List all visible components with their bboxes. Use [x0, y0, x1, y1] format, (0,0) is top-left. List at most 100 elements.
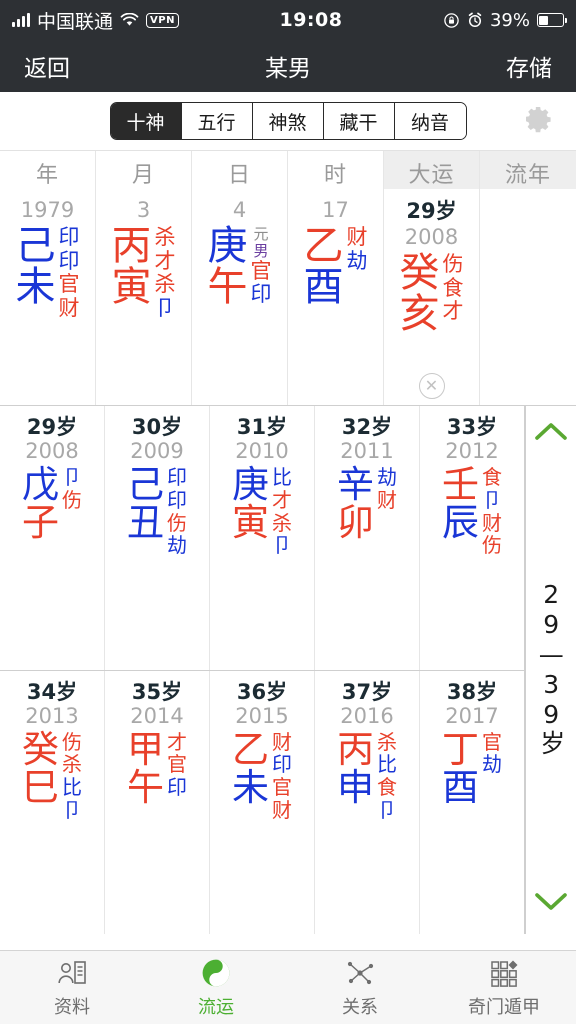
ten-god: 卩	[272, 533, 292, 558]
year-age-label: 35岁	[131, 679, 183, 704]
year-value-label: 2010	[235, 439, 289, 463]
year-cell-body: 壬 辰 食 卩 财 伤	[442, 463, 502, 557]
status-bar-clock: 19:08	[279, 9, 343, 31]
day-master-label: 元	[253, 225, 269, 243]
ten-god: 官	[482, 729, 502, 754]
ten-god: 伤	[167, 510, 187, 535]
year-cell[interactable]: 31岁 2010 庚 寅 比 才 杀 卩	[210, 406, 315, 670]
year-age-label: 33岁	[446, 415, 498, 439]
ten-god: 伤	[442, 252, 464, 276]
wifi-icon	[120, 13, 139, 26]
year-gods: 伤 杀 比 卩	[59, 730, 82, 822]
ten-god: 食	[482, 465, 502, 489]
pillar-header-month: 月	[131, 163, 155, 188]
ten-god: 卩	[62, 465, 82, 489]
tab-ziliao[interactable]: 资料	[0, 956, 144, 1019]
pillar-stems-day: 庚 午	[208, 226, 248, 308]
pillar-column-dayun[interactable]: 大运 29岁 2008 癸 亥 伤 食 才 ✕	[384, 151, 480, 405]
earthly-branch: 寅	[111, 263, 152, 310]
tab-liuyun[interactable]: 流运	[144, 956, 288, 1019]
ten-god: 财	[482, 510, 502, 535]
flowing-years-grid: 29岁 2008 戊 子 卩 伤 30岁 2009 己 丑 印 印 伤 劫 31…	[0, 406, 525, 934]
segment-shishen[interactable]: 十神	[110, 103, 182, 139]
segment-wuxing[interactable]: 五行	[181, 103, 253, 139]
year-stems: 辛 卯	[337, 463, 374, 545]
year-cell-body: 丙 申 杀 比 食 卩	[337, 728, 397, 822]
year-value-label: 2009	[130, 439, 184, 463]
pillar-stems-dayun: 癸 亥	[400, 253, 440, 335]
year-cell[interactable]: 37岁 2016 丙 申 杀 比 食 卩	[315, 670, 420, 934]
earthly-branch: 寅	[232, 501, 269, 545]
earthly-branch: 酉	[303, 263, 344, 310]
year-age-label: 34岁	[26, 679, 78, 704]
year-cell[interactable]: 33岁 2012 壬 辰 食 卩 财 伤	[420, 406, 525, 670]
chevron-down-icon[interactable]	[534, 890, 568, 916]
segmented-control-bar: 十神 五行 神煞 藏干 纳音	[0, 92, 576, 150]
year-cell[interactable]: 29岁 2008 戊 子 卩 伤	[0, 406, 105, 670]
rotation-lock-icon	[444, 12, 459, 28]
pillar-column-liunian[interactable]: 流年	[480, 151, 576, 405]
year-value-label: 2017	[445, 703, 499, 728]
year-cell-body: 庚 寅 比 才 杀 卩	[232, 463, 292, 557]
ten-god: 比	[62, 775, 82, 800]
segment-nayin[interactable]: 纳音	[394, 103, 466, 139]
year-gods: 才 官 印	[164, 730, 187, 807]
tab-guanxi[interactable]: 关系	[288, 956, 432, 1019]
year-value-label: 2015	[235, 703, 289, 728]
year-cell[interactable]: 36岁 2015 乙 未 财 印 官 财	[210, 670, 315, 934]
pillar-stems-month: 丙 寅	[112, 226, 152, 320]
signal-bars-icon	[12, 13, 30, 27]
year-gods: 卩 伤	[59, 466, 82, 542]
pillar-column-day[interactable]: 日 4 庚 午 元 男 官 印	[192, 151, 288, 405]
segment-canggan[interactable]: 藏干	[323, 103, 395, 139]
pillar-header-day: 日	[227, 163, 251, 188]
year-cell[interactable]: 34岁 2013 癸 巳 伤 杀 比 卩	[0, 670, 105, 934]
ten-god: 杀	[377, 729, 397, 754]
dayun-range-label: 29—39岁	[536, 580, 566, 756]
year-gods: 比 才 杀 卩	[269, 466, 292, 557]
heavenly-stem: 辛	[337, 463, 374, 506]
status-bar: 中国联通 VPN 19:08 39%	[0, 0, 576, 40]
vpn-badge-icon: VPN	[146, 12, 179, 28]
tab-qimendunjia[interactable]: 奇门遁甲	[432, 956, 576, 1019]
ten-god: 比	[377, 752, 397, 777]
pillar-subvalue-day: 4	[232, 198, 247, 222]
year-stems: 丁 酉	[442, 727, 479, 807]
chevron-up-icon[interactable]	[534, 420, 568, 446]
pillar-column-hour[interactable]: 时 17 乙 酉 财 劫	[288, 151, 384, 405]
heavenly-stem: 乙	[232, 727, 269, 771]
save-button[interactable]: 存储	[506, 49, 552, 83]
battery-icon	[536, 13, 567, 27]
ten-god: 印	[272, 752, 292, 777]
heavenly-stem: 己	[15, 223, 56, 269]
year-cell-body: 戊 子 卩 伤	[22, 463, 82, 542]
display-mode-segmented-control[interactable]: 十神 五行 神煞 藏干 纳音	[109, 102, 467, 140]
status-bar-left: 中国联通 VPN	[12, 7, 179, 34]
year-stems: 己 丑	[127, 463, 164, 557]
close-circle-icon[interactable]: ✕	[418, 373, 445, 399]
earthly-branch: 午	[207, 263, 248, 310]
ten-god: 印	[58, 225, 80, 249]
year-stems: 癸 巳	[22, 730, 59, 822]
earthly-branch: 卯	[337, 501, 374, 545]
year-cell[interactable]: 32岁 2011 辛 卯 劫 财	[315, 406, 420, 670]
year-stems: 甲 午	[127, 730, 164, 807]
year-gods: 财 印 官 财	[269, 729, 292, 822]
year-value-label: 2011	[340, 439, 394, 463]
yin-yang-icon	[201, 956, 231, 990]
pillar-column-month[interactable]: 月 3 丙 寅 杀 才 杀 卩	[96, 151, 192, 405]
tab-label: 奇门遁甲	[468, 997, 540, 1018]
heavenly-stem: 乙	[303, 223, 344, 269]
year-cell[interactable]: 38岁 2017 丁 酉 官 劫	[420, 670, 525, 934]
gear-icon[interactable]	[524, 105, 552, 137]
pillar-body-day: 庚 午 元 男 官 印	[192, 222, 287, 308]
year-cell[interactable]: 30岁 2009 己 丑 印 印 伤 劫	[105, 406, 210, 670]
heavenly-stem: 丁	[442, 727, 479, 771]
back-button[interactable]: 返回	[24, 49, 70, 83]
heavenly-stem: 己	[127, 463, 164, 506]
segment-shensha[interactable]: 神煞	[252, 103, 324, 139]
year-cell[interactable]: 35岁 2014 甲 午 才 官 印	[105, 670, 210, 934]
ten-god: 财	[272, 729, 292, 754]
pillar-column-year[interactable]: 年 1979 己 未 印 印 官 财	[0, 151, 96, 405]
ten-god: 财	[58, 295, 80, 320]
